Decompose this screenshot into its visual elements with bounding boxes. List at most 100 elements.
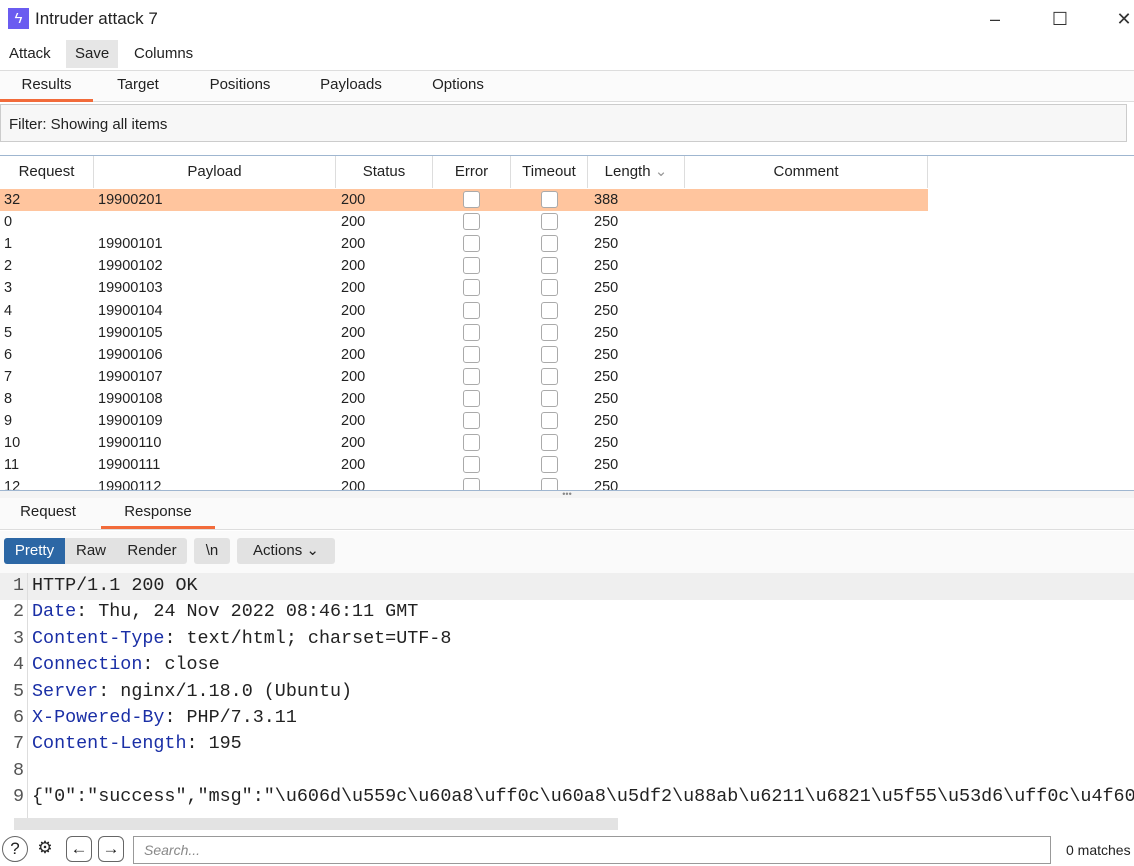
line-number: 2 (12, 601, 24, 623)
header-value: : nginx/1.18.0 (Ubuntu) (98, 680, 353, 702)
column-header-status[interactable]: Status (336, 156, 433, 188)
column-header-length[interactable]: Length ⌄ (588, 156, 685, 188)
table-row[interactable]: 10 19900110 200 250 (0, 432, 928, 454)
cell-comment (685, 388, 928, 410)
gutter-divider (27, 573, 28, 818)
cell-length: 250 (594, 258, 619, 275)
cell-payload: 19900108 (98, 390, 163, 407)
column-header-comment[interactable]: Comment (685, 156, 928, 188)
timeout-checkbox (540, 456, 558, 474)
cell-length: 250 (594, 479, 619, 491)
help-icon[interactable]: ? (2, 836, 28, 862)
table-row[interactable]: 0 200 250 (0, 211, 928, 233)
error-checkbox (463, 389, 480, 407)
window-title: Intruder attack 7 (35, 9, 158, 28)
search-input[interactable]: Search... (133, 836, 1051, 864)
timeout-checkbox (540, 345, 558, 363)
column-header-label: Payload (187, 163, 242, 180)
cell-length: 250 (594, 390, 619, 407)
cell-request: 32 (4, 192, 21, 208)
tab-target[interactable]: Target (100, 71, 176, 102)
line-number: 5 (12, 680, 24, 702)
table-row[interactable]: 8 19900108 200 250 (0, 388, 928, 410)
back-arrow-icon[interactable]: ← (66, 836, 92, 862)
pretty-button[interactable]: Pretty (4, 538, 65, 564)
forward-arrow-icon[interactable]: → (98, 836, 124, 862)
table-row[interactable]: 32 19900201 200 388 (0, 189, 928, 211)
cell-request: 2 (4, 258, 13, 275)
cell-request: 3 (4, 280, 13, 297)
column-header-label: Comment (773, 163, 839, 180)
cell-comment (685, 432, 928, 454)
cell-status: 200 (341, 413, 366, 429)
cell-request: 7 (4, 368, 13, 385)
raw-button[interactable]: Raw (65, 538, 117, 564)
cell-request: 9 (4, 413, 13, 429)
subtab-request[interactable]: Request (0, 498, 96, 529)
tab-payloads[interactable]: Payloads (308, 71, 394, 102)
timeout-checkbox (540, 367, 558, 385)
horizontal-scrollbar[interactable] (14, 818, 618, 830)
table-row[interactable]: 4 19900104 200 250 (0, 300, 928, 322)
timeout-checkbox (540, 434, 558, 452)
error-checkbox (463, 323, 480, 341)
table-row[interactable]: 12 19900112 200 250 (0, 476, 928, 491)
maximize-button[interactable]: ☐ (1040, 6, 1080, 32)
cell-payload: 19900107 (98, 368, 163, 385)
cell-length: 250 (594, 214, 619, 231)
cell-comment (685, 211, 928, 233)
table-row[interactable]: 11 19900111 200 250 (0, 454, 928, 476)
table-row[interactable]: 9 19900109 200 250 (0, 410, 928, 432)
table-row[interactable]: 2 19900102 200 250 (0, 255, 928, 277)
tab-options[interactable]: Options (420, 71, 496, 102)
cell-request: 0 (4, 214, 13, 231)
close-button[interactable]: ✕ (1104, 6, 1134, 32)
line-number: 6 (12, 707, 24, 728)
cell-status: 200 (341, 192, 366, 208)
results-table: Request Payload Status Error Timeout Length ⌄… (0, 155, 1134, 491)
table-row[interactable]: 6 19900106 200 250 (0, 344, 928, 366)
tab-positions[interactable]: Positions (196, 71, 284, 102)
timeout-checkbox (540, 257, 558, 275)
cell-comment (685, 344, 928, 366)
menu-attack[interactable]: Attack (0, 40, 60, 68)
column-header-request[interactable]: Request (0, 156, 94, 188)
cell-status: 200 (341, 236, 366, 253)
cell-status: 200 (341, 324, 366, 341)
cell-comment (685, 454, 928, 476)
timeout-checkbox (540, 412, 558, 429)
table-row[interactable]: 7 19900107 200 250 (0, 366, 928, 388)
table-row[interactable]: 3 19900103 200 250 (0, 277, 928, 299)
cell-status: 200 (341, 214, 366, 231)
sort-chevron-icon[interactable]: ⌄ (651, 163, 668, 180)
line-number: 8 (12, 759, 24, 781)
minimize-button[interactable]: – (975, 6, 1015, 32)
cell-comment (685, 366, 928, 388)
header-value: : text/html; charset=UTF-8 (164, 627, 452, 649)
error-checkbox (463, 345, 480, 363)
menu-columns[interactable]: Columns (125, 40, 202, 68)
column-header-timeout[interactable]: Timeout (511, 156, 588, 188)
code-line: 1 HTTP/1.1 200 OK (0, 573, 1134, 600)
newline-toggle[interactable]: \n (194, 538, 230, 564)
gear-icon[interactable]: ⚙ (32, 836, 58, 862)
table-row[interactable]: 5 19900105 200 250 (0, 322, 928, 344)
actions-dropdown[interactable]: Actions ⌄ (237, 538, 335, 564)
pane-splitter[interactable]: ••• (0, 490, 1134, 499)
tab-results[interactable]: Results (0, 71, 93, 102)
subtab-response[interactable]: Response (101, 498, 215, 529)
render-button[interactable]: Render (117, 538, 187, 564)
column-header-error[interactable]: Error (433, 156, 511, 188)
cell-request: 10 (4, 435, 21, 452)
table-row[interactable]: 1 19900101 200 250 (0, 233, 928, 255)
filter-bar[interactable]: Filter: Showing all items (0, 104, 1127, 142)
cell-status: 200 (341, 346, 366, 363)
burp-lightning-icon: ϟ (8, 8, 29, 29)
response-editor[interactable]: 1 HTTP/1.1 200 OK 2 Date: Thu, 24 Nov 2022 … (0, 573, 1134, 818)
code-line: 5 Server: nginx/1.18.0 (Ubuntu) (0, 679, 1134, 706)
error-checkbox (463, 257, 480, 275)
header-value: : close (142, 654, 220, 676)
menu-save[interactable]: Save (66, 40, 119, 68)
tab-bar: Results Target Positions Payloads Option… (0, 70, 1134, 102)
column-header-payload[interactable]: Payload (94, 156, 336, 188)
